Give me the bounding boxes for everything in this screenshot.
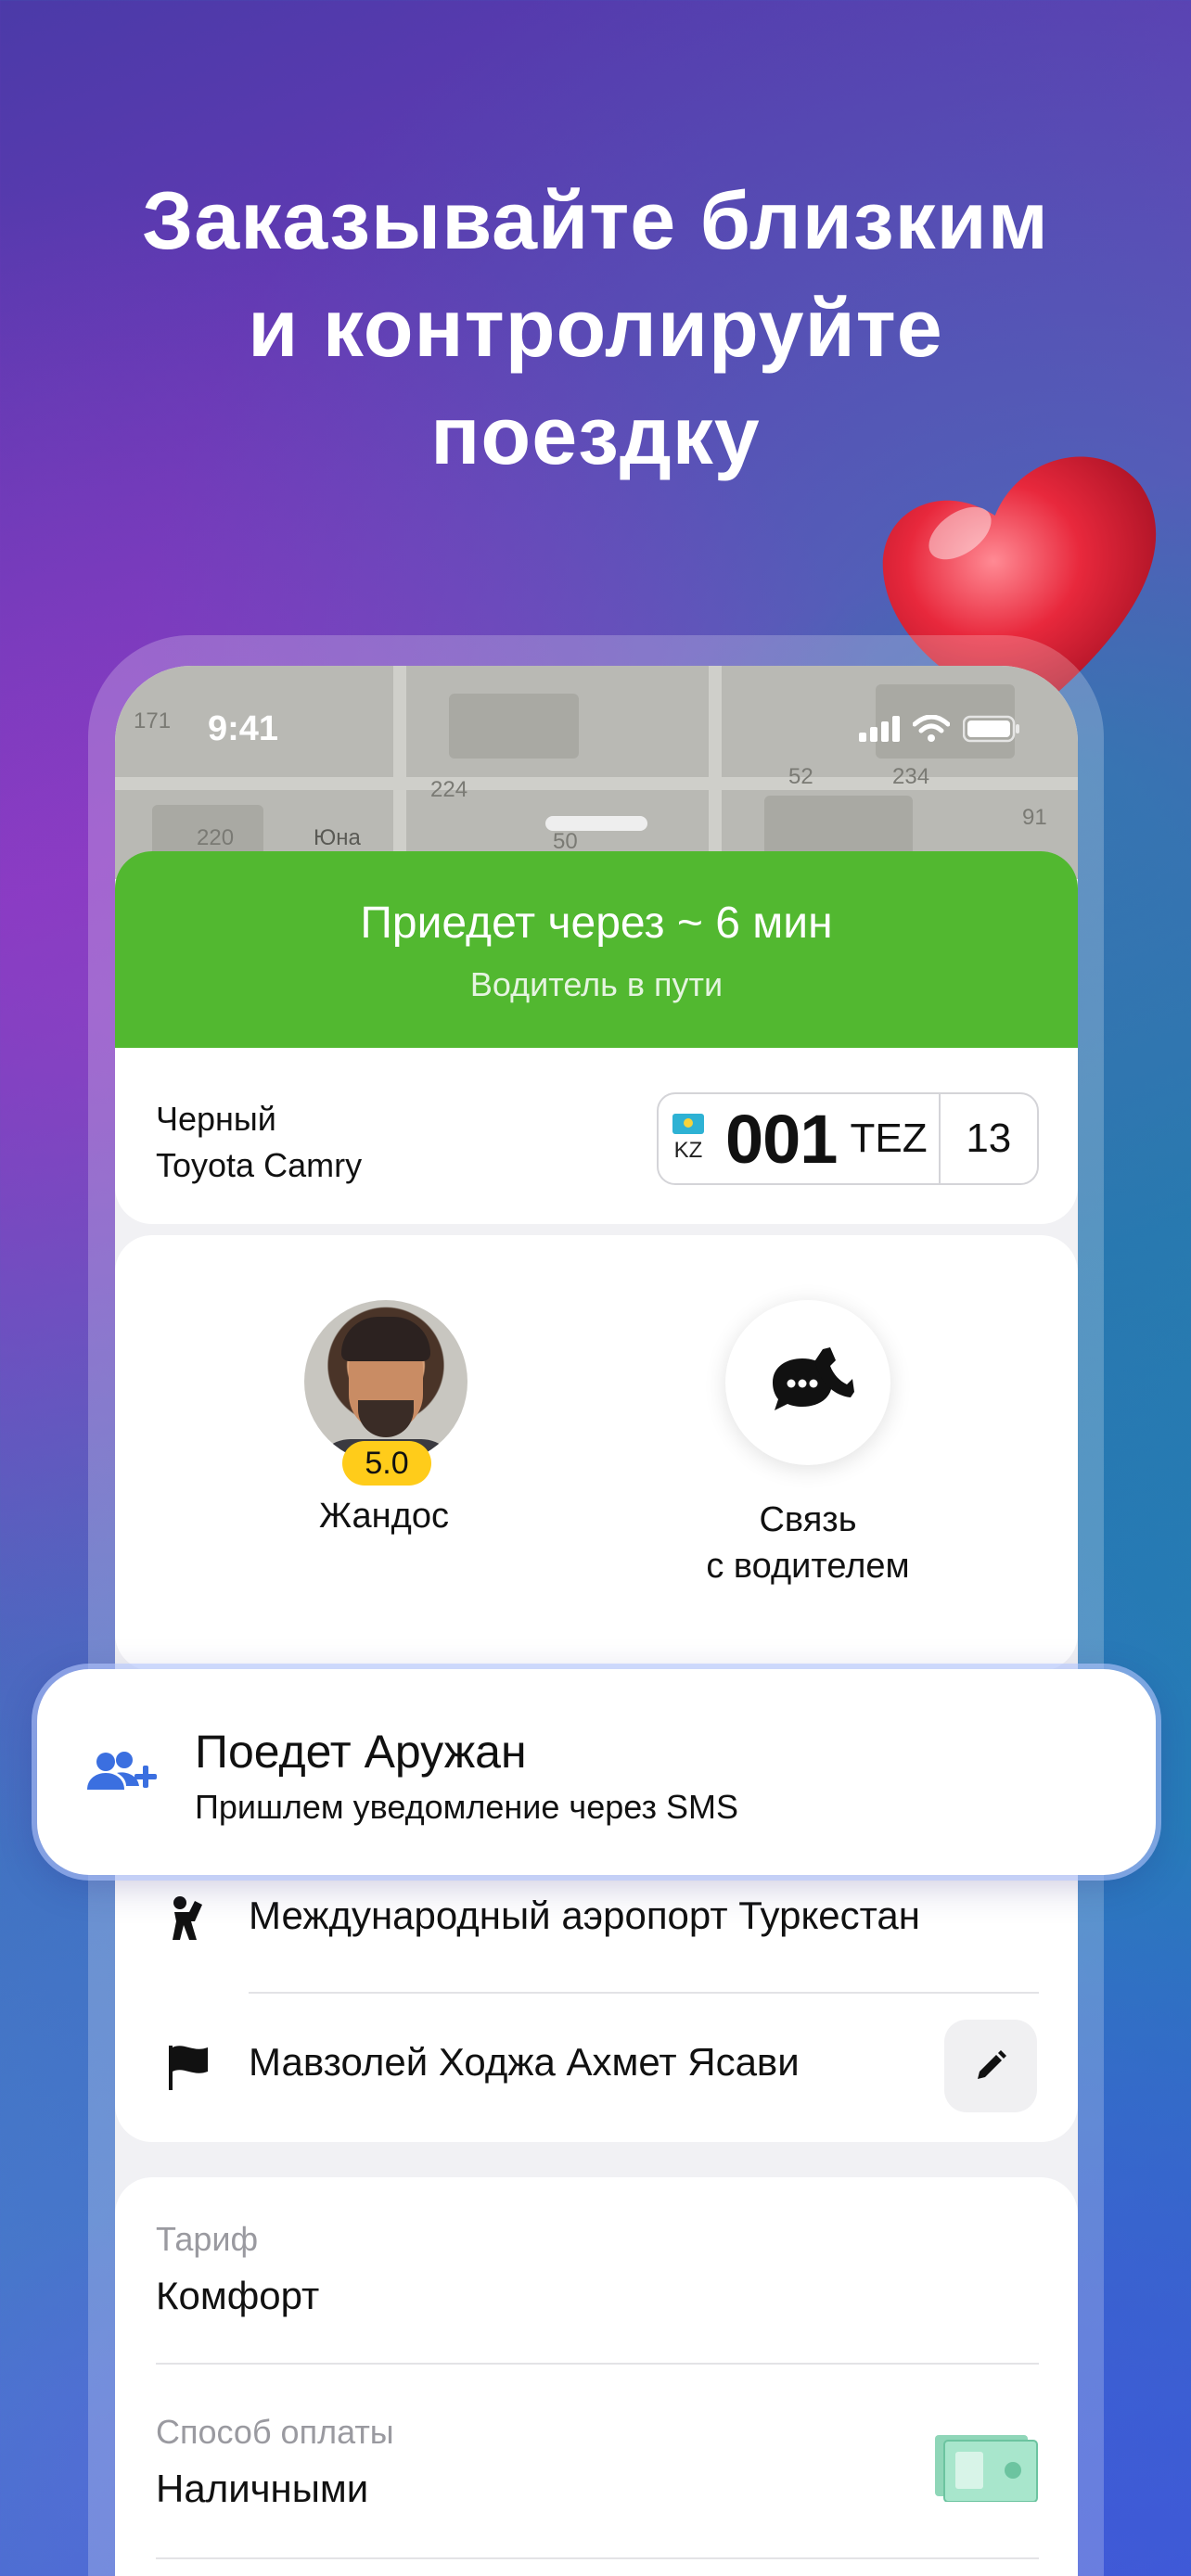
contact-driver-label: Связь с водителем [662,1497,954,1589]
map-label: 91 [1022,805,1047,830]
map-label: Юна [314,825,361,850]
map-label: 224 [430,777,468,802]
map-road [393,666,406,879]
avatar-beard [358,1400,414,1437]
status-time: 9:41 [208,708,279,748]
finish-flag-icon [169,2046,208,2090]
plate-number: 001 [725,1100,838,1178]
headline-line-1: Заказывайте близким [142,174,1049,266]
car-model: Toyota Camry [156,1146,363,1184]
license-plate: KZ 001 TEZ 13 [657,1092,1039,1185]
kz-flag-icon [672,1114,704,1134]
driver-avatar[interactable] [304,1300,467,1463]
driver-rating-badge: 5.0 [342,1441,431,1486]
route-card: Международный аэропорт Туркестан Мавзоле… [115,1853,1078,2142]
driver-name: Жандос [319,1497,449,1536]
plate-country: KZ [673,1138,703,1163]
map-view[interactable]: 220 Юна 50 224 52 234 91 171 [115,666,1078,879]
payment-value[interactable]: Наличными [156,2467,368,2511]
route-to-text: Мавзолей Ходжа Ахмет Ясави [249,2040,800,2084]
contact-driver-button[interactable] [725,1300,890,1465]
edit-route-button[interactable] [944,2020,1037,2112]
route-from-text: Международный аэропорт Туркестан [249,1894,920,1937]
car-color: Черный [156,1100,276,1138]
chat-phone-icon [773,1347,854,1410]
driver-card: 5.0 Жандос Связь с водителем [115,1235,1078,1671]
sheet-grabber[interactable] [545,816,647,831]
status-bar: 9:41 [115,701,1078,757]
map-road [709,666,722,879]
car-card: Черный Toyota Camry KZ 001 TEZ 13 [115,1048,1078,1224]
contact-driver-line-1: Связь [759,1500,857,1539]
eta-subtitle: Водитель в пути [469,965,724,1003]
map-label: 234 [892,764,930,789]
phone-screen: 220 Юна 50 224 52 234 91 171 9:41 Приеде… [115,666,1078,2576]
headline-line-2: и контролируйте [248,282,943,374]
plate-region: 13 [938,1094,1037,1183]
signal-icon [859,716,900,742]
rider-subtitle: Пришлем уведомление через SMS [195,1788,738,1826]
info-divider [156,2557,1039,2559]
add-user-icon [87,1752,157,1790]
status-icons [859,715,1020,743]
map-road [115,777,1078,790]
route-divider [249,1992,1039,1994]
wifi-icon [913,715,950,742]
rider-card[interactable]: Поедет Аружан Пришлем уведомление через … [37,1669,1156,1875]
battery-icon [963,715,1019,743]
payment-label: Способ оплаты [156,2413,394,2451]
avatar-hair [341,1317,430,1361]
tariff-label: Тариф [156,2220,259,2258]
map-label: 52 [788,764,813,789]
car-info: Черный Toyota Camry [156,1096,362,1189]
tariff-value[interactable]: Комфорт [156,2274,319,2318]
route-destination[interactable]: Мавзолей Ходжа Ахмет Ясави [115,1999,1078,2129]
pencil-icon [978,2050,1006,2079]
info-divider [156,2363,1039,2365]
rider-title: Поедет Аружан [195,1726,527,1778]
cash-icon [935,2435,1038,2502]
pickup-person-icon [173,1896,202,1940]
eta-title: Приедет через ~ 6 мин [360,899,833,948]
contact-driver-line-2: с водителем [706,1547,910,1586]
plate-flag: KZ [659,1114,718,1164]
map-label: 220 [197,825,235,850]
trip-details-card: Тариф Комфорт Способ оплаты Наличными [115,2177,1078,2576]
plate-series: TEZ [850,1116,928,1161]
